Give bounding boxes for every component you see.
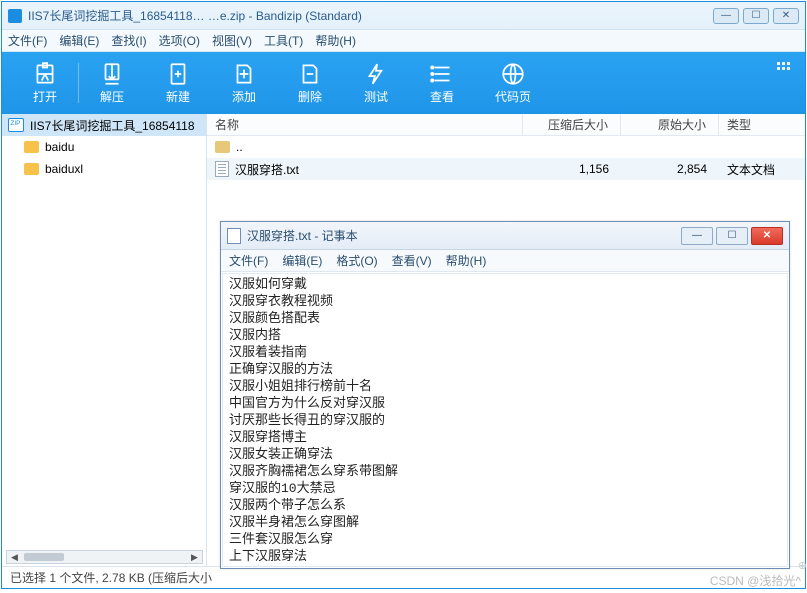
menu-help[interactable]: 帮助(H) — [315, 32, 356, 49]
col-name[interactable]: 名称 — [207, 114, 523, 135]
add-icon — [231, 61, 257, 87]
window-controls: — ☐ ✕ — [713, 8, 799, 24]
view-icon — [429, 61, 455, 87]
np-menu-edit[interactable]: 编辑(E) — [282, 252, 322, 269]
menu-view[interactable]: 视图(V) — [212, 32, 252, 49]
window-title: IIS7长尾词挖掘工具_16854118… …e.zip - Bandizip … — [28, 7, 713, 24]
toolbar-new[interactable]: 新建 — [145, 52, 211, 114]
col-original[interactable]: 原始大小 — [621, 114, 719, 135]
maximize-button[interactable]: ☐ — [743, 8, 769, 24]
bandizip-titlebar[interactable]: IIS7长尾词挖掘工具_16854118… …e.zip - Bandizip … — [2, 2, 805, 30]
np-menu-help[interactable]: 帮助(H) — [446, 252, 487, 269]
tree-root-label: IIS7长尾词挖掘工具_16854118 — [30, 117, 195, 134]
grid-icon[interactable] — [777, 62, 791, 76]
new-icon — [165, 61, 191, 87]
notepad-icon — [227, 228, 241, 244]
tree-hscroll[interactable]: ◀▶ — [6, 550, 203, 564]
tree-root[interactable]: IIS7长尾词挖掘工具_16854118 — [2, 114, 206, 136]
status-text: 已选择 1 个文件, 2.78 KB (压缩后大小 — [10, 569, 212, 586]
toolbar-view[interactable]: 查看 — [409, 52, 475, 114]
list-row[interactable]: .. — [207, 136, 805, 158]
col-type[interactable]: 类型 — [719, 114, 805, 135]
folder-tree[interactable]: IIS7长尾词挖掘工具_16854118 baidu baiduxl ◀▶ — [2, 114, 207, 566]
extract-icon — [99, 61, 125, 87]
open-icon — [32, 61, 58, 87]
toolbar-extract[interactable]: 解压 — [79, 52, 145, 114]
folder-icon — [24, 163, 39, 175]
menu-find[interactable]: 查找(I) — [111, 32, 146, 49]
minimize-button[interactable]: — — [681, 227, 713, 245]
np-menu-view[interactable]: 查看(V) — [392, 252, 432, 269]
text-file-icon — [215, 161, 229, 177]
col-packed[interactable]: 压缩后大小 — [523, 114, 621, 135]
toolbar-add[interactable]: 添加 — [211, 52, 277, 114]
menu-file[interactable]: 文件(F) — [8, 32, 47, 49]
notepad-titlebar[interactable]: 汉服穿搭.txt - 记事本 — ☐ ✕ — [221, 222, 789, 250]
delete-icon — [297, 61, 323, 87]
toolbar-delete[interactable]: 删除 — [277, 52, 343, 114]
notepad-controls: — ☐ ✕ — [681, 227, 783, 245]
toolbar-codepage[interactable]: 代码页 — [475, 52, 551, 114]
minimize-button[interactable]: — — [713, 8, 739, 24]
close-button[interactable]: ✕ — [751, 227, 783, 245]
close-button[interactable]: ✕ — [773, 8, 799, 24]
status-bar: 已选择 1 个文件, 2.78 KB (压缩后大小 — [2, 566, 805, 588]
menu-options[interactable]: 选项(O) — [159, 32, 200, 49]
bandizip-toolbar: 打开 解压 新建 添加 删除 测试 查看 代码页 — [2, 52, 805, 114]
crosshair-icon: ⊕ — [798, 559, 807, 572]
tree-folder[interactable]: baiduxl — [2, 158, 206, 180]
bandizip-icon — [8, 9, 22, 23]
zip-icon — [8, 118, 24, 132]
folder-icon — [215, 141, 230, 153]
tree-folder[interactable]: baidu — [2, 136, 206, 158]
bandizip-menubar: 文件(F) 编辑(E) 查找(I) 选项(O) 视图(V) 工具(T) 帮助(H… — [2, 30, 805, 52]
notepad-title: 汉服穿搭.txt - 记事本 — [247, 227, 681, 244]
toolbar-test[interactable]: 测试 — [343, 52, 409, 114]
test-icon — [363, 61, 389, 87]
np-menu-format[interactable]: 格式(O) — [336, 252, 377, 269]
list-header[interactable]: 名称 压缩后大小 原始大小 类型 — [207, 114, 805, 136]
list-row[interactable]: 汉服穿搭.txt 1,156 2,854 文本文档 — [207, 158, 805, 180]
watermark: CSDN @浅拾光^ — [710, 572, 801, 589]
globe-icon — [500, 61, 526, 87]
folder-icon — [24, 141, 39, 153]
menu-tools[interactable]: 工具(T) — [264, 32, 303, 49]
notepad-window: 汉服穿搭.txt - 记事本 — ☐ ✕ 文件(F) 编辑(E) 格式(O) 查… — [220, 221, 790, 569]
maximize-button[interactable]: ☐ — [716, 227, 748, 245]
notepad-content[interactable]: 汉服如何穿戴 汉服穿衣教程视频 汉服颜色搭配表 汉服内搭 汉服着装指南 正确穿汉… — [222, 273, 788, 567]
toolbar-open[interactable]: 打开 — [12, 52, 78, 114]
np-menu-file[interactable]: 文件(F) — [229, 252, 268, 269]
menu-edit[interactable]: 编辑(E) — [59, 32, 99, 49]
notepad-menubar: 文件(F) 编辑(E) 格式(O) 查看(V) 帮助(H) — [221, 250, 789, 272]
